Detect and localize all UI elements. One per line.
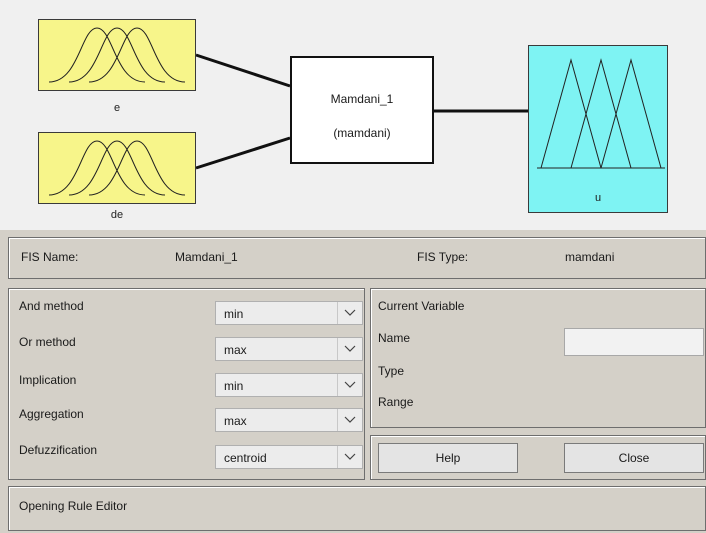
aggregation-select[interactable]: max	[215, 408, 363, 432]
aggregation-value: max	[224, 414, 247, 428]
gaussian-mf-icon	[48, 27, 186, 83]
and-method-label: And method	[19, 299, 84, 313]
current-variable-title: Current Variable	[378, 299, 465, 313]
or-method-select[interactable]: max	[215, 337, 363, 361]
status-bar: Opening Rule Editor	[8, 486, 706, 531]
chevron-down-icon	[337, 409, 362, 431]
chevron-down-icon	[337, 374, 362, 396]
variable-type-label: Type	[378, 364, 405, 378]
system-type: (mamdani)	[333, 126, 391, 140]
defuzzification-label: Defuzzification	[19, 443, 98, 457]
fis-type-value: mamdani	[565, 250, 615, 264]
help-button[interactable]: Help	[378, 443, 518, 473]
gaussian-mf-icon	[48, 140, 186, 196]
output-variable-u[interactable]: u	[528, 45, 668, 213]
chevron-down-icon	[337, 446, 362, 468]
and-method-select[interactable]: min	[215, 301, 363, 325]
methods-group: And method min Or method max Implication…	[8, 288, 365, 480]
or-method-label: Or method	[19, 335, 76, 349]
implication-value: min	[224, 379, 244, 393]
variable-name-label: Name	[378, 331, 411, 345]
and-method-value: min	[224, 307, 244, 321]
close-button[interactable]: Close	[564, 443, 704, 473]
buttons-group: Help Close	[370, 435, 706, 480]
implication-label: Implication	[19, 373, 77, 387]
output-label-u: u	[594, 192, 602, 204]
input-variable-de[interactable]	[38, 132, 196, 204]
or-method-value: max	[224, 343, 247, 357]
fis-name-value[interactable]: Mamdani_1	[175, 250, 238, 264]
aggregation-label: Aggregation	[19, 407, 84, 421]
input-variable-e[interactable]	[38, 19, 196, 91]
variable-range-label: Range	[378, 395, 414, 409]
system-name: Mamdani_1	[330, 92, 394, 106]
defuzzification-select[interactable]: centroid	[215, 445, 363, 469]
fis-info-row: FIS Name: Mamdani_1 FIS Type: mamdani	[8, 237, 706, 279]
triangular-mf-icon	[537, 58, 665, 169]
input-label-de: de	[110, 209, 124, 221]
fis-diagram: e de Mamdani_1 (mamdani) u	[0, 0, 706, 230]
fis-type-label: FIS Type:	[417, 250, 469, 264]
input-label-e: e	[113, 102, 121, 114]
defuzzification-value: centroid	[224, 451, 267, 465]
chevron-down-icon	[337, 338, 362, 360]
implication-select[interactable]: min	[215, 373, 363, 397]
current-variable-group: Current Variable Name Type Range	[370, 288, 706, 428]
fis-system-box[interactable]: Mamdani_1 (mamdani)	[290, 56, 434, 164]
variable-name-field[interactable]	[564, 328, 704, 356]
status-text: Opening Rule Editor	[19, 499, 128, 513]
fis-name-label: FIS Name:	[21, 250, 79, 264]
control-panel: FIS Name: Mamdani_1 FIS Type: mamdani An…	[0, 230, 706, 533]
chevron-down-icon	[337, 302, 362, 324]
